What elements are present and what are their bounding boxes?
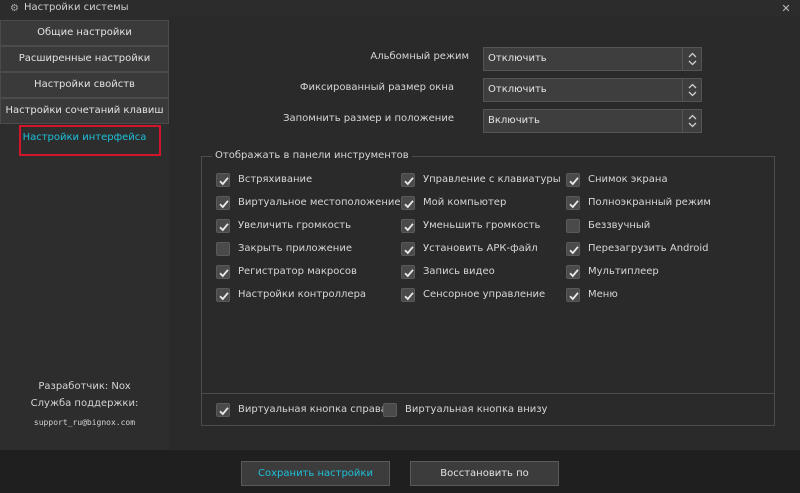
checkmark-icon: [569, 246, 579, 255]
checkmark-icon: [404, 177, 414, 186]
checkbox-label: Виртуальное местоположение: [238, 197, 401, 208]
checkmark-icon: [219, 223, 229, 232]
sidebar-item-general[interactable]: Общие настройки: [0, 20, 169, 46]
sidebar-item-shortcuts[interactable]: Настройки сочетаний клавиш: [0, 98, 169, 124]
checkmark-icon: [569, 292, 579, 301]
checkbox-label: Увеличить громкость: [238, 220, 351, 231]
checkbox-label: Виртуальная кнопка справа: [238, 404, 387, 415]
checkbox-box: [216, 196, 230, 210]
group-divider: [202, 393, 774, 394]
checkbox-box: [216, 242, 230, 256]
title-bar: ⚙ Настройки системы ✕: [0, 0, 800, 17]
checkmark-icon: [219, 177, 229, 186]
checkbox-label: Закрыть приложение: [238, 243, 352, 254]
support-label: Служба поддержки:: [30, 398, 139, 409]
checkbox-label: Перезагрузить Android: [588, 243, 709, 254]
checkbox-box: [401, 288, 415, 302]
checkbox-box: [566, 288, 580, 302]
checkmark-icon: [219, 200, 229, 209]
checkbox-label: Меню: [588, 289, 618, 300]
checkbox-box: [216, 265, 230, 279]
checkbox-label: Запись видео: [423, 266, 495, 277]
checkbox-box: [401, 265, 415, 279]
landscape-select[interactable]: Отключить: [483, 47, 702, 71]
support-email: support_ru@bignox.com: [33, 418, 136, 427]
checkbox-box: [383, 403, 397, 417]
main-panel: Альбомный режим Отключить Фиксированный …: [169, 17, 800, 450]
checkmark-icon: [404, 223, 414, 232]
window-title: Настройки системы: [24, 2, 129, 13]
checkmark-icon: [569, 177, 579, 186]
checkbox-label: Настройки контроллера: [238, 289, 367, 300]
restore-defaults-button[interactable]: Восстановить по умолчанию: [410, 461, 559, 493]
remember-value: Включить: [488, 115, 540, 126]
checkbox-box: [566, 265, 580, 279]
chevron-up-down-icon: [682, 48, 701, 70]
group-legend: Отображать в панели инструментов: [212, 150, 412, 161]
toolbar-options-group: Отображать в панели инструментов Встряхи…: [201, 150, 775, 426]
sidebar: Общие настройки Расширенные настройки На…: [0, 17, 169, 450]
gear-icon: ⚙: [10, 3, 19, 14]
checkbox-box: [216, 219, 230, 233]
checkbox-box: [566, 173, 580, 187]
checkbox-label: Встряхивание: [238, 174, 313, 185]
checkbox-box: [401, 196, 415, 210]
checkbox-label: Уменьшить громкость: [423, 220, 541, 231]
checkbox-box: [401, 173, 415, 187]
checkbox-label: Виртуальная кнопка внизу: [405, 404, 548, 415]
landscape-value: Отключить: [488, 53, 547, 64]
remember-select[interactable]: Включить: [483, 109, 702, 133]
checkmark-icon: [404, 292, 414, 301]
checkbox-box: [566, 196, 580, 210]
checkbox-box: [216, 288, 230, 302]
checkbox-label: Сенсорное управление: [423, 289, 546, 300]
checkmark-icon: [569, 200, 579, 209]
selection-highlight: [19, 125, 161, 156]
checkbox-label: Управление с клавиатуры: [423, 174, 561, 185]
checkmark-icon: [404, 269, 414, 278]
checkbox-label: Регистратор макросов: [238, 266, 357, 277]
remember-label: Запомнить размер и положение: [283, 113, 454, 124]
fixed-size-select[interactable]: Отключить: [483, 78, 702, 102]
sidebar-item-advanced[interactable]: Расширенные настройки: [0, 46, 169, 72]
checkbox-label: Установить АРК-файл: [423, 243, 538, 254]
checkbox-label: Мультиплеер: [588, 266, 659, 277]
fixed-size-value: Отключить: [488, 84, 547, 95]
checkbox-label: Полноэкранный режим: [588, 197, 711, 208]
checkmark-icon: [569, 269, 579, 278]
checkmark-icon: [404, 246, 414, 255]
save-settings-button[interactable]: Сохранить настройки: [241, 461, 390, 486]
checkmark-icon: [404, 200, 414, 209]
checkmark-icon: [219, 407, 229, 416]
checkbox-box: [216, 403, 230, 417]
checkmark-icon: [219, 269, 229, 278]
sidebar-item-properties[interactable]: Настройки свойств: [0, 72, 169, 98]
chevron-up-down-icon: [682, 110, 701, 132]
checkbox-box: [216, 173, 230, 187]
footer-bar: Сохранить настройки Восстановить по умол…: [0, 450, 800, 493]
checkmark-icon: [219, 292, 229, 301]
chevron-up-down-icon: [682, 79, 701, 101]
landscape-label: Альбомный режим: [370, 51, 469, 62]
checkbox-box: [401, 219, 415, 233]
checkbox-label: Снимок экрана: [588, 174, 668, 185]
close-button[interactable]: ✕: [776, 1, 796, 16]
checkbox-label: Мой компьютер: [423, 197, 507, 208]
checkbox-label: Беззвучный: [588, 220, 651, 231]
checkbox-box: [566, 219, 580, 233]
developer-info: Разработчик: Nox: [38, 381, 131, 392]
checkbox-box: [566, 242, 580, 256]
checkbox-box: [401, 242, 415, 256]
fixed-size-label: Фиксированный размер окна: [299, 82, 454, 93]
